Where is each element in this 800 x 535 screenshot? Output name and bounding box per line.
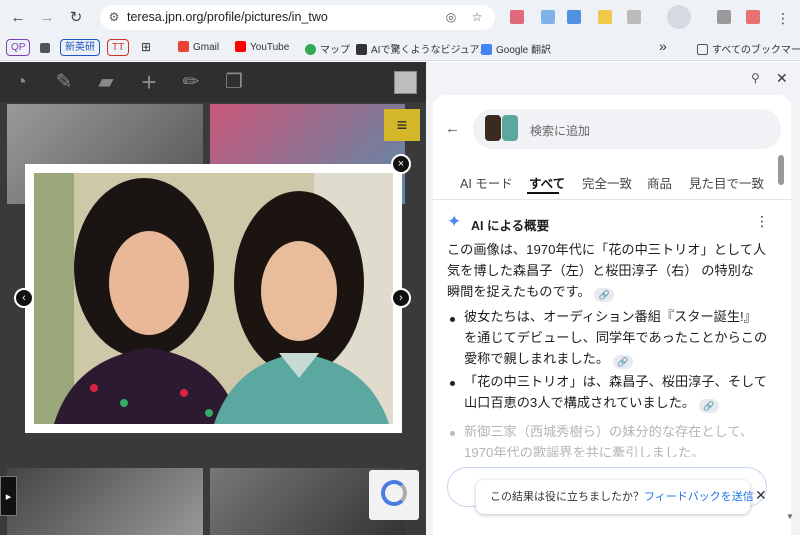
site-toolbar: ◔ ✎ ▰ + ✏ ❐ xyxy=(0,62,426,102)
photo-illustration xyxy=(34,173,393,424)
link-icon[interactable]: 🔗 xyxy=(698,399,719,413)
tab-all[interactable]: すべて xyxy=(529,173,565,192)
comment-icon[interactable]: ▰ xyxy=(94,70,118,94)
lens-results-card: ← 検索に追加 AI モード すべて 完全一致 商品 見た目で一致 ✦ AI に… xyxy=(433,95,791,535)
site-info-icon[interactable]: ⚙ xyxy=(106,9,122,25)
back-icon[interactable]: ← xyxy=(7,7,29,29)
pin-icon[interactable]: ⚲ xyxy=(751,71,760,85)
bookmark-qp[interactable]: QP xyxy=(6,39,31,56)
overview-menu-icon[interactable]: ⋮ xyxy=(755,213,769,230)
bookmark-shineiken[interactable]: 新英研 xyxy=(60,39,100,56)
photo xyxy=(34,173,393,424)
avatar[interactable] xyxy=(394,71,417,94)
reload-icon[interactable]: ↻ xyxy=(65,7,87,29)
copy-icon[interactable]: ❐ xyxy=(222,70,246,94)
lens-icon[interactable] xyxy=(667,5,691,29)
eye-off-icon[interactable]: ◎ xyxy=(443,9,459,25)
all-bookmarks[interactable]: すべてのブックマーク xyxy=(697,41,800,56)
extension-icon[interactable] xyxy=(746,10,760,24)
recaptcha-icon xyxy=(381,480,407,506)
kebab-menu-icon[interactable]: ⋮ xyxy=(772,7,794,29)
bookmark-maps[interactable]: マップ xyxy=(305,41,350,56)
lightbox xyxy=(25,164,402,433)
apps-grid-icon[interactable]: ⊞ xyxy=(141,40,151,54)
image-thumbnail xyxy=(485,115,501,141)
extension-icon[interactable] xyxy=(627,10,641,24)
bullet-text-1: 彼女たちは、オーディション番組『スター誕生!』を通じてデビューし、同学年であった… xyxy=(464,309,768,369)
menu-button[interactable]: ≡ xyxy=(384,109,420,141)
gallery-page: ◔ ✎ ▰ + ✏ ❐ ≡ ▸ × ‹ › xyxy=(0,62,426,535)
next-photo-icon[interactable]: › xyxy=(391,288,411,308)
tab-exact-match[interactable]: 完全一致 xyxy=(582,173,632,192)
bookmark-translate[interactable]: Google 翻訳 xyxy=(481,41,551,56)
feedback-link[interactable]: フィードバックを送信 xyxy=(644,491,754,503)
bookmark-icon[interactable] xyxy=(40,43,50,53)
bookmark-ai[interactable]: AIで驚くようなビジュア... xyxy=(356,41,488,56)
bullet xyxy=(450,431,455,436)
star-icon[interactable]: ☆ xyxy=(469,9,485,25)
extension-icon[interactable] xyxy=(598,10,612,24)
side-panel-toggle[interactable]: ▸ xyxy=(0,476,17,516)
back-arrow-icon[interactable]: ← xyxy=(445,120,460,137)
image-thumbnail xyxy=(502,115,518,141)
ai-overview-title: AI による概要 xyxy=(471,219,550,233)
gallery-thumbnail[interactable] xyxy=(7,468,203,535)
divider xyxy=(433,199,791,200)
feedback-toast: この結果は役に立ちましたか？フィードバックを送信 xyxy=(476,480,754,514)
bullet-text-2: 「花の中三トリオ」は、森昌子、桜田淳子、そして山口百恵の3人で構成されていました… xyxy=(464,374,767,413)
extension-icon[interactable] xyxy=(510,10,524,24)
tab-ai-mode[interactable]: AI モード xyxy=(460,173,513,192)
gmail-icon xyxy=(178,41,189,52)
youtube-icon xyxy=(235,41,246,52)
link-icon[interactable]: 🔗 xyxy=(594,288,615,302)
extension-icon[interactable] xyxy=(541,10,555,24)
folder-icon xyxy=(697,44,708,55)
url-text[interactable]: teresa.jpn.org/profile/pictures/in_two xyxy=(127,10,328,24)
close-panel-icon[interactable]: ✕ xyxy=(776,70,788,87)
bullet xyxy=(450,317,455,322)
search-box[interactable]: 検索に追加 xyxy=(473,109,781,149)
tab-visual-matches[interactable]: 見た目で一致 xyxy=(689,173,764,192)
translate-icon xyxy=(481,44,492,55)
bookmark-tt[interactable]: TT xyxy=(107,39,130,56)
bookmark-gmail[interactable]: Gmail xyxy=(178,41,219,53)
extension-icon[interactable] xyxy=(567,10,581,24)
maps-icon xyxy=(305,44,316,55)
bullet xyxy=(450,381,455,386)
close-lightbox-icon[interactable]: × xyxy=(391,154,411,174)
forward-icon[interactable]: → xyxy=(36,7,58,29)
summary-text: この画像は、1970年代に「花の中三トリオ」として人気を博した森昌子（左）と桜田… xyxy=(447,242,767,302)
link-icon[interactable]: 🔗 xyxy=(612,355,633,369)
dashboard-icon[interactable]: ◔ xyxy=(9,70,33,94)
address-bar[interactable]: ⚙ teresa.jpn.org/profile/pictures/in_two… xyxy=(100,5,495,30)
browser-toolbar: ← → ↻ ⚙ teresa.jpn.org/profile/pictures/… xyxy=(0,0,800,35)
search-placeholder[interactable]: 検索に追加 xyxy=(530,122,590,139)
pencil-icon[interactable]: ✏ xyxy=(179,70,203,94)
active-tab-indicator xyxy=(527,192,559,194)
ai-icon xyxy=(356,44,367,55)
close-toast-icon[interactable]: ✕ xyxy=(755,487,767,504)
brush-icon[interactable]: ✎ xyxy=(52,70,76,94)
plus-icon[interactable]: + xyxy=(137,69,161,95)
scrollbar-thumb[interactable] xyxy=(778,155,784,185)
tab-products[interactable]: 商品 xyxy=(647,173,672,192)
bookmark-youtube[interactable]: YouTube xyxy=(235,41,289,53)
previous-photo-icon[interactable]: ‹ xyxy=(14,288,34,308)
more-bookmarks-icon[interactable]: » xyxy=(659,38,667,54)
sparkle-icon: ✦ xyxy=(447,212,462,231)
lens-side-panel: ⚲ ✕ ← 検索に追加 AI モード すべて 完全一致 商品 見た目で一致 ✦ … xyxy=(426,62,800,535)
bullet-text-3: 新御三家（西城秀樹ら）の妹分的な存在として、1970年代の歌謡界を共に牽引しまし… xyxy=(464,424,754,457)
profile-icon[interactable] xyxy=(717,10,731,24)
recaptcha-badge[interactable] xyxy=(369,470,419,520)
bookmarks-bar: QP 新英研 TT ⊞ Gmail YouTube マップ AIで驚くようなビジ… xyxy=(0,35,800,61)
scroll-down-icon[interactable]: ▼ xyxy=(786,512,794,521)
